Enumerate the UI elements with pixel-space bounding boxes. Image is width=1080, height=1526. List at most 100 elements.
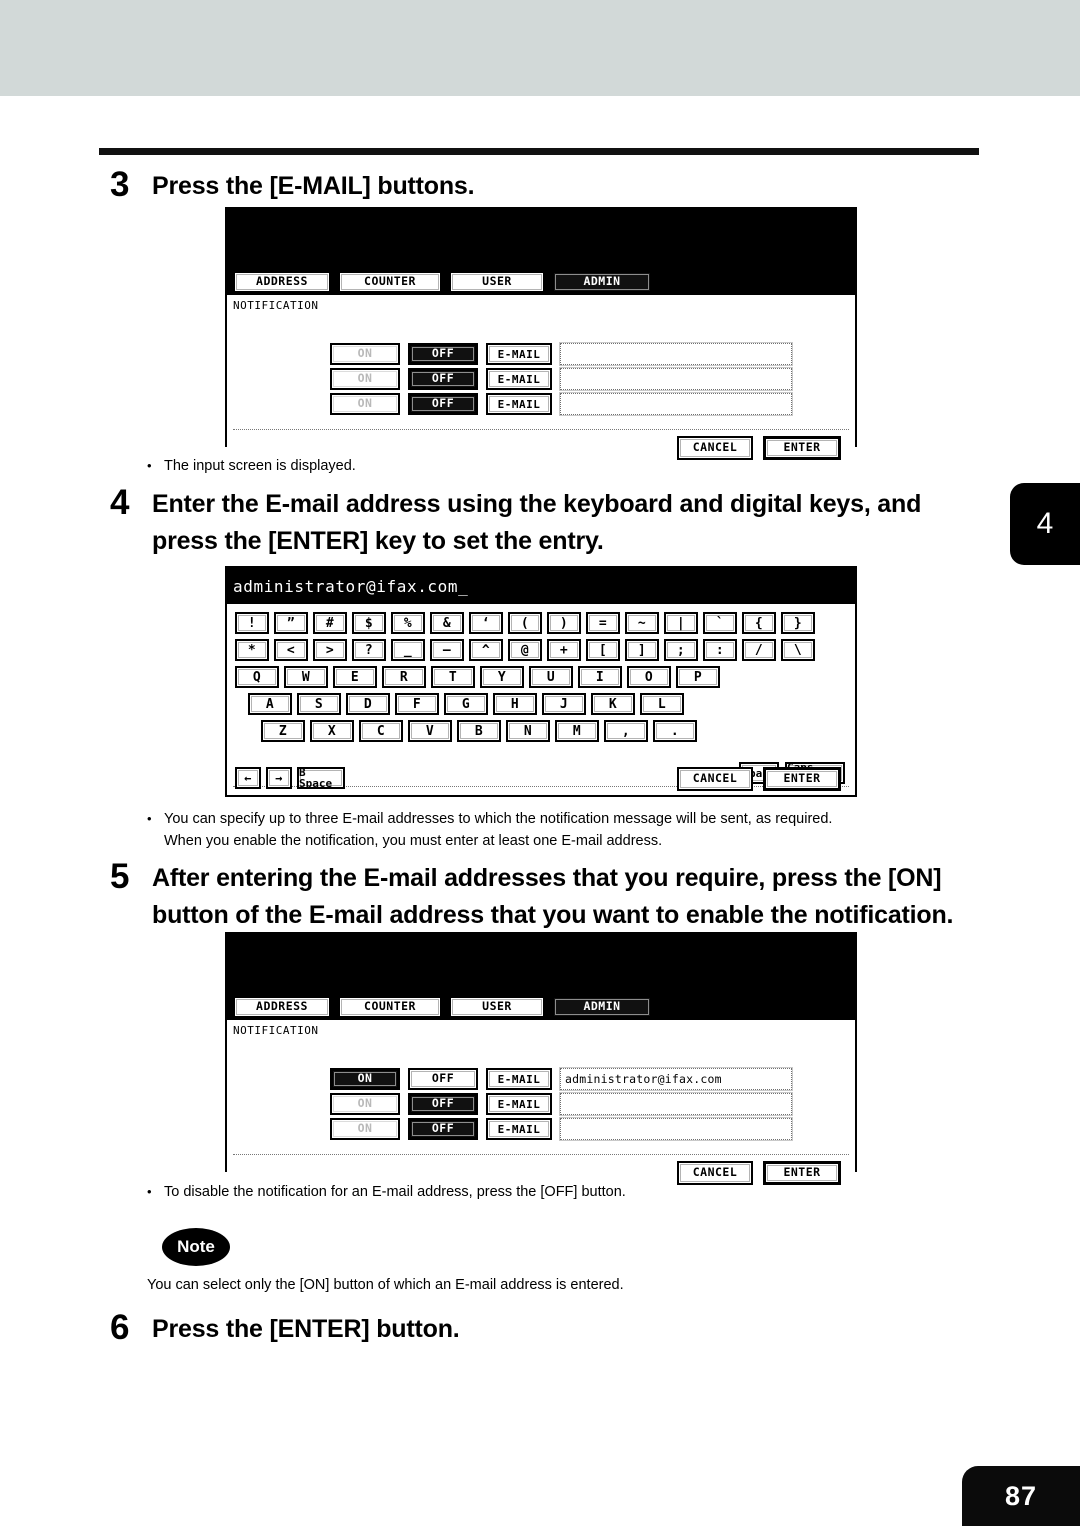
row3-email-button[interactable]: E-MAIL <box>486 393 552 415</box>
tab-counter[interactable]: COUNTER <box>338 271 442 293</box>
row1-off-button[interactable]: OFF <box>408 343 478 365</box>
key-d[interactable]: D <box>346 693 390 715</box>
keyboard-text-display[interactable]: administrator@ifax.com _ <box>227 568 855 604</box>
row2-off-button[interactable]: OFF <box>408 1093 478 1115</box>
tab-counter[interactable]: COUNTER <box>338 996 442 1018</box>
key-j[interactable]: J <box>542 693 586 715</box>
key-quote[interactable]: ” <box>274 612 308 634</box>
notification-row[interactable]: ON OFF E-MAIL <box>330 392 793 416</box>
key-bracket-close[interactable]: ] <box>625 639 659 661</box>
right-arrow-icon[interactable]: → <box>266 767 292 789</box>
key-paren-close[interactable]: ) <box>547 612 581 634</box>
row1-off-button[interactable]: OFF <box>408 1068 478 1090</box>
key-ampersand[interactable]: & <box>430 612 464 634</box>
key-semicolon[interactable]: ; <box>664 639 698 661</box>
row3-on-button[interactable]: ON <box>330 393 400 415</box>
key-apostrophe[interactable]: ‘ <box>469 612 503 634</box>
row2-on-button[interactable]: ON <box>330 1093 400 1115</box>
key-at-sign[interactable]: @ <box>508 639 542 661</box>
key-a[interactable]: A <box>248 693 292 715</box>
row3-off-button[interactable]: OFF <box>408 1118 478 1140</box>
lcd-panel-keyboard[interactable]: administrator@ifax.com _ ! ” # $ % & ‘ ( … <box>225 566 857 797</box>
key-z[interactable]: Z <box>261 720 305 742</box>
key-plus[interactable]: + <box>547 639 581 661</box>
row1-email-button[interactable]: E-MAIL <box>486 1068 552 1090</box>
key-slash[interactable]: / <box>742 639 776 661</box>
key-caret[interactable]: ^ <box>469 639 503 661</box>
notification-row[interactable]: ON OFF E-MAIL <box>330 367 793 391</box>
row3-address-field[interactable] <box>559 1117 793 1141</box>
key-s[interactable]: S <box>297 693 341 715</box>
row1-on-button[interactable]: ON <box>330 343 400 365</box>
key-n[interactable]: N <box>506 720 550 742</box>
notification-row[interactable]: ON OFF E-MAIL <box>330 1117 793 1141</box>
key-b[interactable]: B <box>457 720 501 742</box>
notification-row[interactable]: ON OFF E-MAIL <box>330 1092 793 1116</box>
panel3-tab-row[interactable]: ADDRESS COUNTER USER ADMIN <box>227 994 855 1020</box>
key-e[interactable]: E <box>333 666 377 688</box>
key-asterisk[interactable]: * <box>235 639 269 661</box>
tab-user[interactable]: USER <box>449 996 545 1018</box>
key-hash[interactable]: # <box>313 612 347 634</box>
key-backtick[interactable]: ` <box>703 612 737 634</box>
key-percent[interactable]: % <box>391 612 425 634</box>
key-p[interactable]: P <box>676 666 720 688</box>
row2-email-button[interactable]: E-MAIL <box>486 1093 552 1115</box>
key-o[interactable]: O <box>627 666 671 688</box>
tab-user[interactable]: USER <box>449 271 545 293</box>
row2-off-button[interactable]: OFF <box>408 368 478 390</box>
key-backslash[interactable]: \ <box>781 639 815 661</box>
key-equals[interactable]: = <box>586 612 620 634</box>
key-colon[interactable]: : <box>703 639 737 661</box>
key-w[interactable]: W <box>284 666 328 688</box>
key-dash[interactable]: — <box>430 639 464 661</box>
key-v[interactable]: V <box>408 720 452 742</box>
key-exclam[interactable]: ! <box>235 612 269 634</box>
row2-on-button[interactable]: ON <box>330 368 400 390</box>
row1-address-field[interactable]: administrator@ifax.com <box>559 1067 793 1091</box>
key-comma[interactable]: , <box>604 720 648 742</box>
key-brace-open[interactable]: { <box>742 612 776 634</box>
row3-address-field[interactable] <box>559 392 793 416</box>
key-paren-open[interactable]: ( <box>508 612 542 634</box>
row1-address-field[interactable] <box>559 342 793 366</box>
key-f[interactable]: F <box>395 693 439 715</box>
key-dollar[interactable]: $ <box>352 612 386 634</box>
key-less-than[interactable]: < <box>274 639 308 661</box>
tab-admin[interactable]: ADMIN <box>552 996 652 1018</box>
key-t[interactable]: T <box>431 666 475 688</box>
key-c[interactable]: C <box>359 720 403 742</box>
key-backspace[interactable]: B Space <box>297 767 345 789</box>
key-m[interactable]: M <box>555 720 599 742</box>
row1-email-button[interactable]: E-MAIL <box>486 343 552 365</box>
row3-off-button[interactable]: OFF <box>408 393 478 415</box>
key-k[interactable]: K <box>591 693 635 715</box>
keyboard-enter-button[interactable]: ENTER <box>763 767 841 791</box>
key-underscore[interactable]: _ <box>391 639 425 661</box>
tab-admin[interactable]: ADMIN <box>552 271 652 293</box>
row3-on-button[interactable]: ON <box>330 1118 400 1140</box>
key-l[interactable]: L <box>640 693 684 715</box>
key-bracket-open[interactable]: [ <box>586 639 620 661</box>
lcd-panel-notification-on[interactable]: ADDRESS COUNTER USER ADMIN NOTIFICATION … <box>225 932 857 1185</box>
key-greater-than[interactable]: > <box>313 639 347 661</box>
key-y[interactable]: Y <box>480 666 524 688</box>
row2-address-field[interactable] <box>559 367 793 391</box>
row2-email-button[interactable]: E-MAIL <box>486 368 552 390</box>
row2-address-field[interactable] <box>559 1092 793 1116</box>
key-r[interactable]: R <box>382 666 426 688</box>
panel1-tab-row[interactable]: ADDRESS COUNTER USER ADMIN <box>227 269 855 295</box>
notification-row[interactable]: ON OFF E-MAIL administrator@ifax.com <box>330 1067 793 1091</box>
row3-email-button[interactable]: E-MAIL <box>486 1118 552 1140</box>
lcd-panel-notification-off[interactable]: ADDRESS COUNTER USER ADMIN NOTIFICATION … <box>225 207 857 460</box>
key-u[interactable]: U <box>529 666 573 688</box>
key-g[interactable]: G <box>444 693 488 715</box>
keyboard-cancel-button[interactable]: CANCEL <box>677 767 753 791</box>
key-period[interactable]: . <box>653 720 697 742</box>
key-question[interactable]: ? <box>352 639 386 661</box>
left-arrow-icon[interactable]: ← <box>235 767 261 789</box>
key-h[interactable]: H <box>493 693 537 715</box>
key-i[interactable]: I <box>578 666 622 688</box>
tab-address[interactable]: ADDRESS <box>233 271 331 293</box>
key-tilde[interactable]: ~ <box>625 612 659 634</box>
